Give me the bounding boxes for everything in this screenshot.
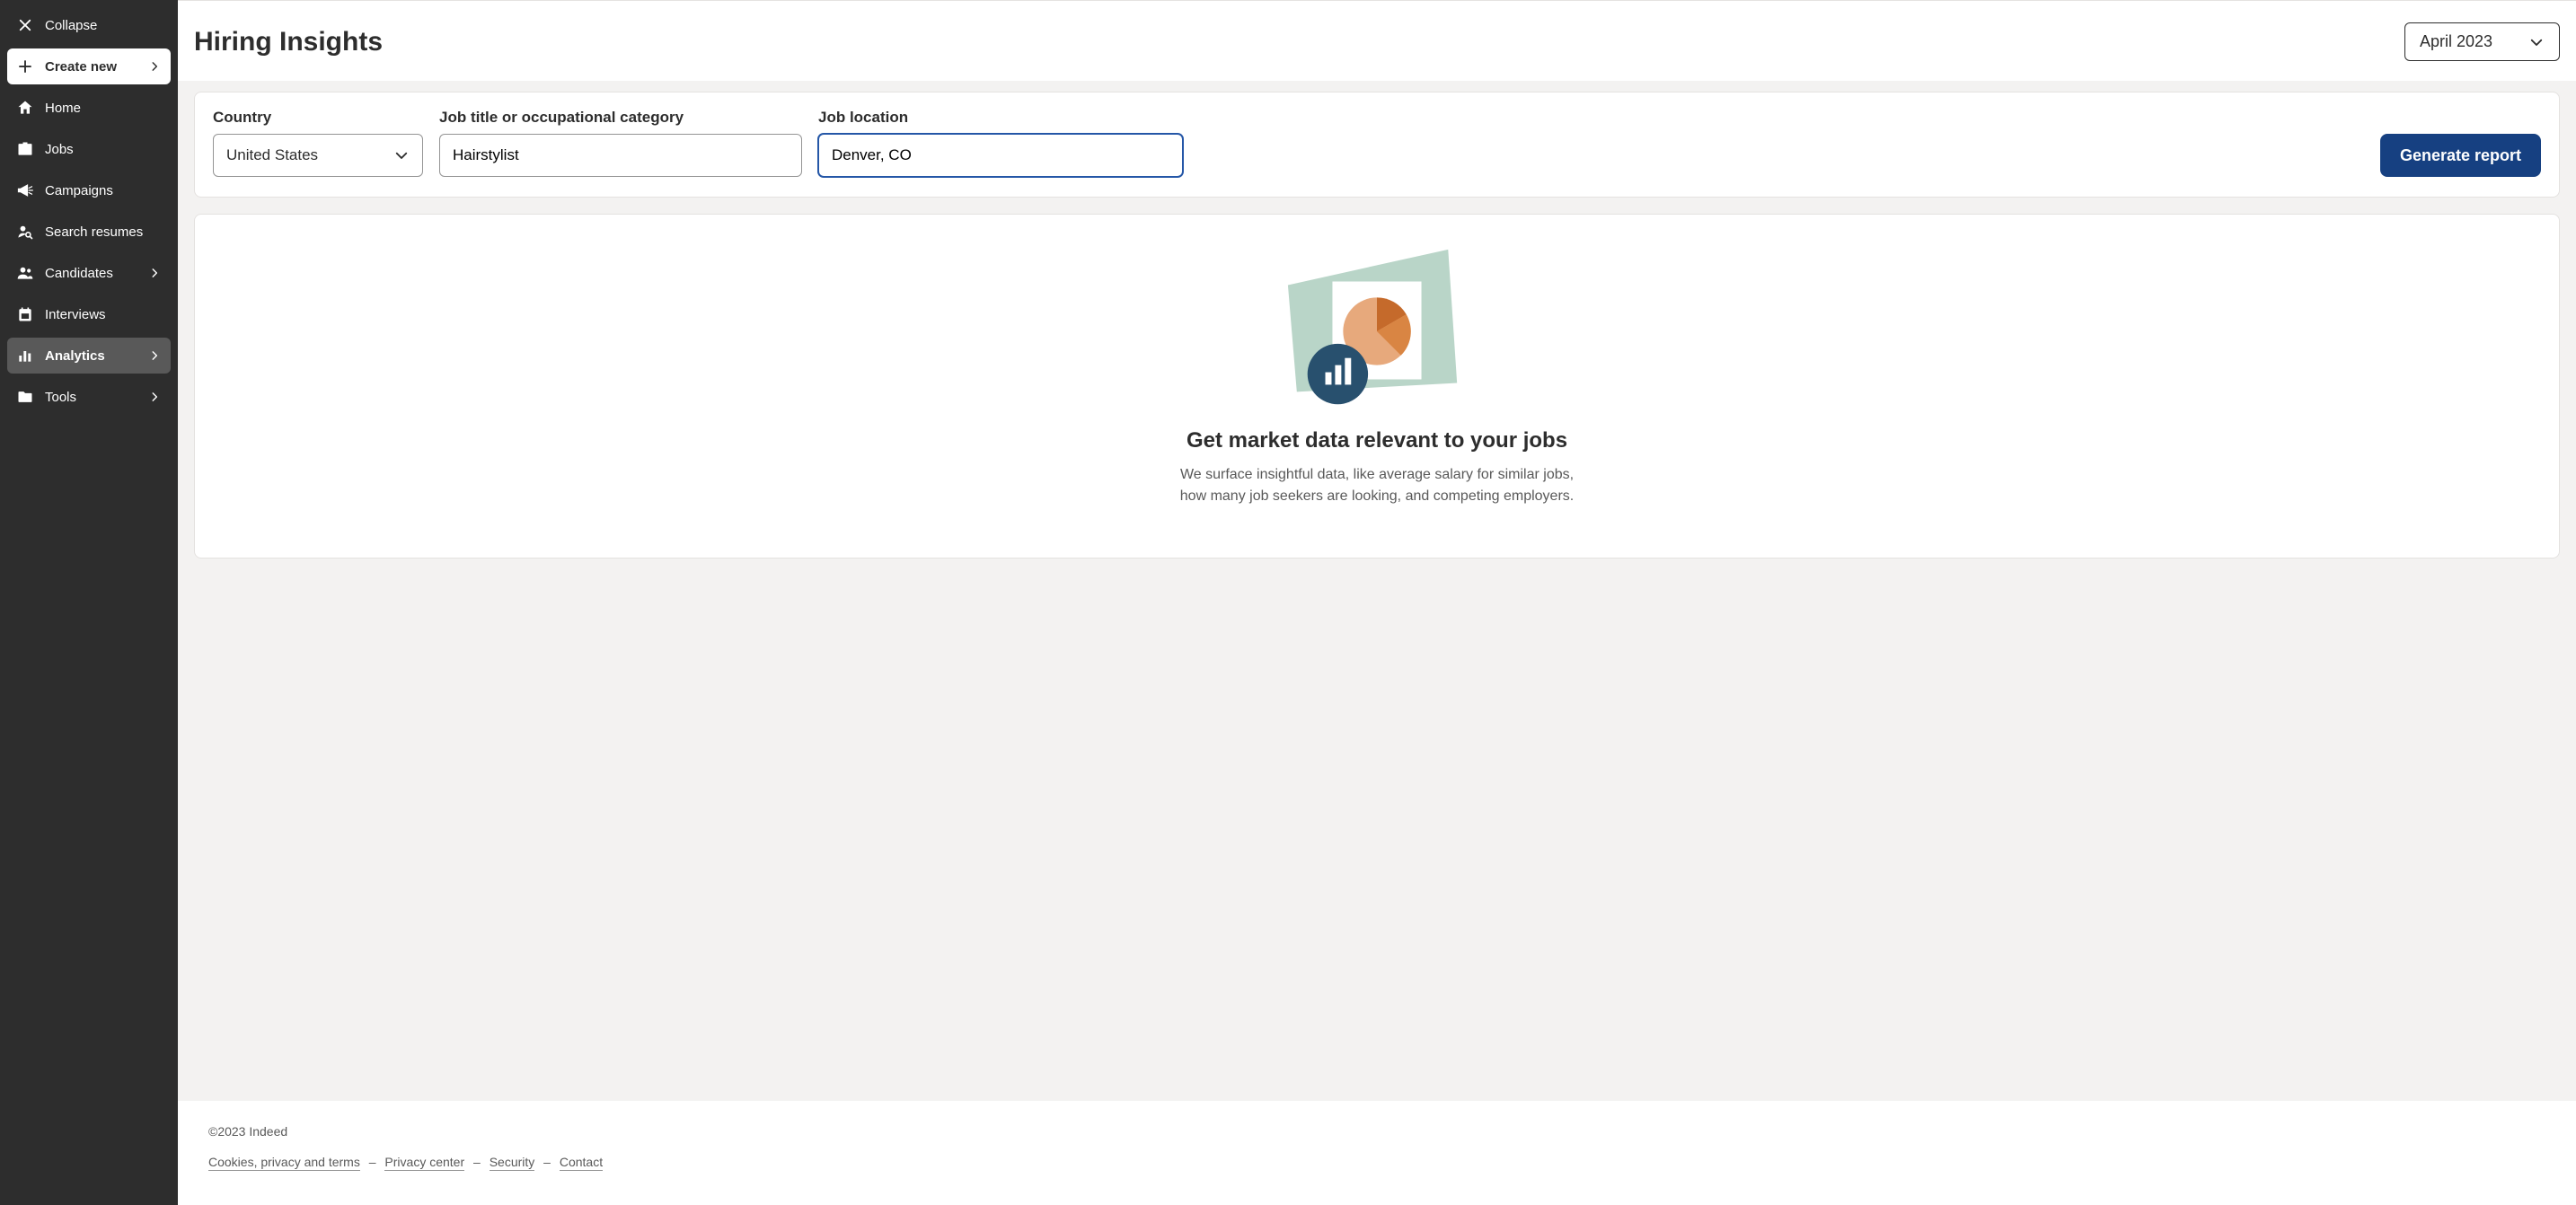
footer-link-cookies[interactable]: Cookies, privacy and terms (208, 1155, 360, 1171)
sidebar-create-new[interactable]: Create new (7, 48, 171, 84)
job-location-label: Job location (818, 109, 1183, 127)
month-selector[interactable]: April 2023 (2404, 22, 2560, 61)
field-job-location: Job location (818, 109, 1183, 177)
chevron-down-icon (393, 147, 410, 163)
sidebar-item-label: Interviews (45, 307, 106, 322)
plus-icon (16, 57, 34, 75)
sidebar: Collapse Create new Home Jobs (0, 0, 178, 1205)
job-title-input[interactable] (439, 134, 802, 177)
sidebar-item-label: Analytics (45, 348, 105, 364)
empty-state-title: Get market data relevant to your jobs (1187, 428, 1567, 453)
sidebar-item-candidates[interactable]: Candidates (7, 255, 171, 291)
chevron-right-icon (147, 390, 162, 404)
chevron-down-icon (2528, 34, 2545, 50)
field-country: Country United States (213, 109, 423, 177)
sidebar-item-label: Jobs (45, 142, 74, 157)
job-title-label: Job title or occupational category (439, 109, 802, 127)
footer: ©2023 Indeed Cookies, privacy and terms … (178, 1101, 2576, 1205)
field-job-title: Job title or occupational category (439, 109, 802, 177)
sidebar-collapse[interactable]: Collapse (7, 7, 171, 43)
close-icon (16, 16, 34, 34)
person-search-icon (16, 223, 34, 241)
sidebar-item-label: Campaigns (45, 183, 113, 198)
home-icon (16, 99, 34, 117)
footer-link-security[interactable]: Security (490, 1155, 535, 1171)
sidebar-create-label: Create new (45, 59, 117, 75)
footer-links: Cookies, privacy and terms – Privacy cen… (208, 1155, 2545, 1169)
country-label: Country (213, 109, 423, 127)
empty-state-text: We surface insightful data, like average… (1170, 464, 1584, 507)
page-header: Hiring Insights April 2023 (178, 1, 2576, 81)
footer-copyright: ©2023 Indeed (208, 1124, 2545, 1139)
footer-link-privacy[interactable]: Privacy center (384, 1155, 464, 1171)
calendar-icon (16, 305, 34, 323)
page-title: Hiring Insights (194, 27, 383, 57)
sidebar-item-label: Candidates (45, 266, 113, 281)
megaphone-icon (16, 181, 34, 199)
briefcase-icon (16, 140, 34, 158)
sidebar-item-home[interactable]: Home (7, 90, 171, 126)
filter-bar: Country United States Job title or occup… (194, 92, 2560, 198)
generate-report-button[interactable]: Generate report (2380, 134, 2541, 177)
main-content: Hiring Insights April 2023 Country Unite… (178, 0, 2576, 1205)
sidebar-item-interviews[interactable]: Interviews (7, 296, 171, 332)
market-data-illustration (1279, 249, 1475, 410)
empty-state: Get market data relevant to your jobs We… (194, 214, 2560, 559)
bar-chart-icon (16, 347, 34, 365)
sidebar-item-label: Home (45, 101, 81, 116)
sidebar-item-tools[interactable]: Tools (7, 379, 171, 415)
folder-icon (16, 388, 34, 406)
sidebar-item-label: Search resumes (45, 224, 143, 240)
sidebar-item-analytics[interactable]: Analytics (7, 338, 171, 374)
sidebar-item-jobs[interactable]: Jobs (7, 131, 171, 167)
sidebar-item-search-resumes[interactable]: Search resumes (7, 214, 171, 250)
country-value: United States (226, 146, 318, 164)
footer-link-contact[interactable]: Contact (560, 1155, 603, 1171)
people-icon (16, 264, 34, 282)
chevron-right-icon (147, 266, 162, 280)
chevron-right-icon (147, 59, 162, 74)
chevron-right-icon (147, 348, 162, 363)
month-value: April 2023 (2420, 32, 2492, 51)
job-location-input[interactable] (818, 134, 1183, 177)
sidebar-item-label: Tools (45, 390, 76, 405)
country-select[interactable]: United States (213, 134, 423, 177)
sidebar-item-campaigns[interactable]: Campaigns (7, 172, 171, 208)
sidebar-collapse-label: Collapse (45, 18, 97, 33)
